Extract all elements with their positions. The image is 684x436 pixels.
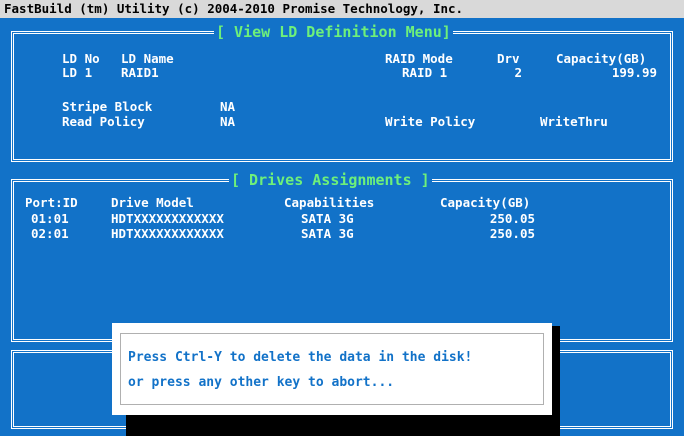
ld-row[interactable]: LD 1 RAID1 RAID 1 2 199.99 [62,66,667,80]
ld-definition-title: [ View LD Definition Menu] [214,22,453,42]
ld-capacity-header: Capacity(GB) [556,51,647,66]
drive-row[interactable]: 02:01 HDTXXXXXXXXXXXX SATA 3G 250.05 [25,227,565,241]
stripe-block-label: Stripe Block [62,99,153,114]
drives-assignment-title: [ Drives Assignments ] [229,170,432,190]
ld-no-header: LD No [62,51,100,66]
drive-port-id: 01:01 [31,211,69,226]
drive-model-header: Drive Model [111,195,194,210]
drive-capacity: 250.05 [489,226,535,241]
title-bar: FastBuild (tm) Utility (c) 2004-2010 Pro… [0,0,684,18]
write-policy-label: Write Policy [385,114,476,129]
ld-name-header: LD Name [121,51,174,66]
drive-port-id: 02:01 [31,226,69,241]
drive-row[interactable]: 01:01 HDTXXXXXXXXXXXX SATA 3G 250.05 [25,212,565,226]
drive-capabilities: SATA 3G [301,226,354,241]
drv-value: 2 [514,65,522,80]
dialog-message-line2: or press any other key to abort... [128,375,395,390]
write-policy-value: WriteThru [540,114,608,129]
raid-mode-header: RAID Mode [385,51,453,66]
ld-capacity-value: 199.99 [611,65,657,80]
ld-name-value: RAID1 [121,65,159,80]
drive-model: HDTXXXXXXXXXXXX [111,211,224,226]
read-policy-label: Read Policy [62,114,145,129]
dialog-frame [120,333,544,405]
ld-no-value: LD 1 [62,65,93,80]
read-policy-value: NA [220,114,236,129]
drive-capabilities: SATA 3G [301,211,354,226]
drv-header: Drv [497,51,520,66]
dialog-message-line1: Press Ctrl-Y to delete the data in the d… [128,350,473,365]
drive-model: HDTXXXXXXXXXXXX [111,226,224,241]
capabilities-header: Capabilities [284,195,375,210]
raid-mode-value: RAID 1 [402,65,448,80]
port-id-header: Port:ID [25,195,78,210]
confirm-delete-dialog[interactable]: Press Ctrl-Y to delete the data in the d… [112,323,552,415]
drive-capacity: 250.05 [489,211,535,226]
stripe-block-value: NA [220,99,236,114]
drive-capacity-header: Capacity(GB) [440,195,531,210]
